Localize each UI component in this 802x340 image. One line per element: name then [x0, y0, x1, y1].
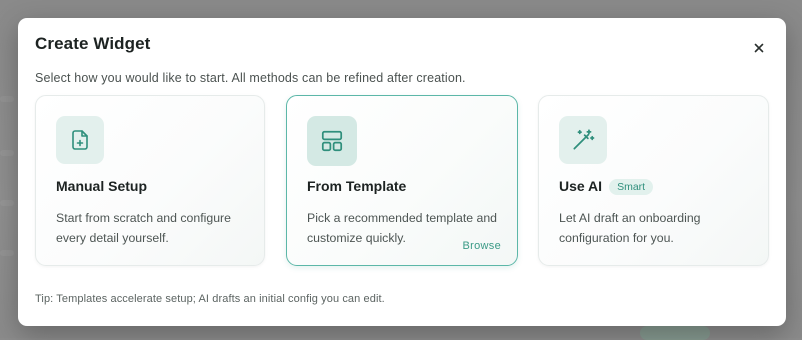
backdrop-shape: [0, 96, 14, 102]
close-icon: [754, 43, 764, 53]
setup-options: Manual Setup Start from scratch and conf…: [35, 95, 769, 268]
backdrop-shape: [0, 200, 14, 206]
create-widget-dialog: Create Widget Select how you would like …: [18, 18, 786, 326]
magic-wand-icon: [573, 129, 595, 150]
option-use-ai[interactable]: Use AI Smart Let AI draft an onboarding c…: [538, 95, 769, 266]
backdrop-shape: [0, 150, 14, 156]
option-title-label: Manual Setup: [56, 178, 148, 194]
option-title-label: Use AI: [559, 178, 603, 194]
footer-tip: Tip: Templates accelerate setup; AI draf…: [35, 293, 385, 305]
option-title: From Template: [307, 178, 406, 194]
dialog-subtitle: Select how you would like to start. All …: [35, 71, 466, 85]
option-title: Manual Setup: [56, 178, 147, 194]
icon-tile: [559, 116, 607, 164]
file-plus-icon: [72, 130, 88, 150]
option-description: Let AI draft an onboarding configuration…: [559, 211, 701, 245]
option-manual-setup[interactable]: Manual Setup Start from scratch and conf…: [35, 95, 265, 266]
dialog-title: Create Widget: [35, 34, 151, 53]
icon-tile: [56, 116, 104, 164]
option-title-label: From Template: [307, 178, 407, 194]
close-button[interactable]: [750, 39, 768, 57]
option-description: Start from scratch and configure every d…: [56, 211, 231, 245]
icon-tile: [307, 116, 357, 166]
option-title: Use AI Smart: [559, 178, 654, 195]
browse-templates-link[interactable]: Browse: [463, 240, 501, 252]
smart-badge: Smart: [609, 179, 654, 195]
option-from-template[interactable]: From Template Pick a recommended templat…: [286, 95, 518, 266]
layout-template-icon: [321, 130, 343, 152]
backdrop-shape: [0, 250, 14, 256]
